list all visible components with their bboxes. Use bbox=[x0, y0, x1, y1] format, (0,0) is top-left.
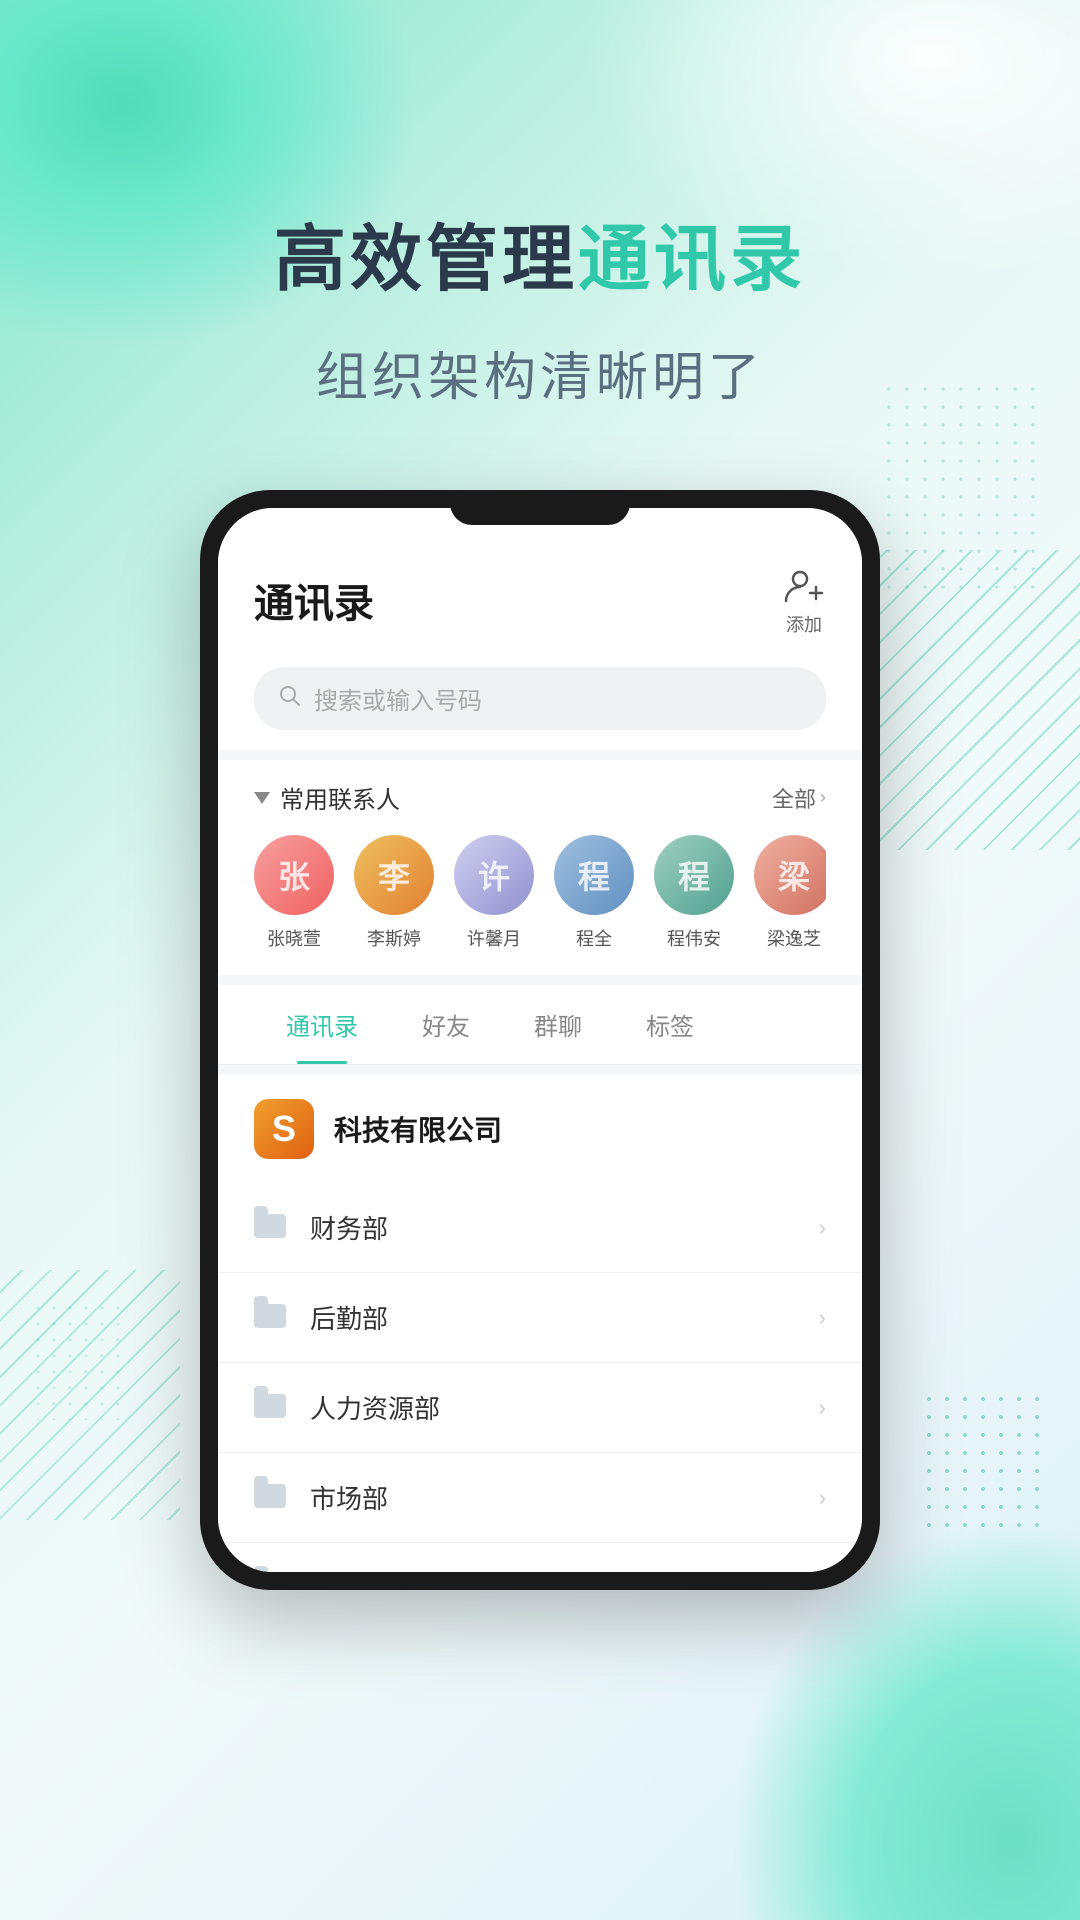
folder-icon bbox=[254, 1394, 286, 1422]
phone-wrapper: 通讯录 添加 bbox=[0, 490, 1080, 1590]
view-all-label: 全部 bbox=[772, 782, 816, 814]
view-all-button[interactable]: 全部 › bbox=[772, 782, 826, 814]
add-label: 添加 bbox=[786, 611, 822, 637]
avatar-circle: 梁 bbox=[754, 835, 826, 915]
company-section: S 科技有限公司 bbox=[218, 1075, 862, 1183]
avatar-face: 程 bbox=[554, 835, 634, 915]
contact-name: 程全 bbox=[576, 925, 612, 951]
avatar-circle: 程 bbox=[554, 835, 634, 915]
avatar-circle: 程 bbox=[654, 835, 734, 915]
frequent-title-row: 常用联系人 bbox=[254, 780, 400, 815]
folder-icon bbox=[254, 1214, 286, 1242]
dept-name: 人力资源部 bbox=[310, 1389, 819, 1426]
dept-name: 财务部 bbox=[310, 1209, 819, 1246]
avatar-item[interactable]: 许许馨月 bbox=[454, 835, 534, 951]
company-name: 科技有限公司 bbox=[334, 1109, 502, 1149]
tab-标签[interactable]: 标签 bbox=[614, 985, 726, 1064]
dept-item[interactable]: 后勤部› bbox=[218, 1273, 862, 1363]
chevron-right-icon: › bbox=[819, 1305, 826, 1331]
header-title: 高效管理通讯录 bbox=[0, 200, 1080, 305]
chevron-right-icon: › bbox=[819, 1215, 826, 1241]
contact-name: 程伟安 bbox=[667, 925, 721, 951]
contact-name: 李斯婷 bbox=[367, 925, 421, 951]
avatar-circle: 许 bbox=[454, 835, 534, 915]
dept-name: 后勤部 bbox=[310, 1299, 819, 1336]
folder-icon bbox=[254, 1484, 286, 1512]
company-logo-text: S bbox=[272, 1108, 296, 1150]
tab-通讯录[interactable]: 通讯录 bbox=[254, 985, 390, 1064]
dept-item[interactable]: 财务部› bbox=[218, 1183, 862, 1273]
header-section: 高效管理通讯录 组织架构清晰明了 bbox=[0, 0, 1080, 410]
add-contact-button[interactable]: 添加 bbox=[782, 563, 826, 637]
search-bar: 搜索或输入号码 bbox=[218, 657, 862, 750]
avatar-item[interactable]: 程程全 bbox=[554, 835, 634, 951]
header-title-part1: 高效管理 bbox=[274, 220, 578, 300]
dept-item[interactable]: 市场部› bbox=[218, 1453, 862, 1543]
avatar-item[interactable]: 梁梁逸芝 bbox=[754, 835, 826, 951]
avatar-face: 许 bbox=[454, 835, 534, 915]
avatar-list: 张张晓萱李李斯婷许许馨月程程全程程伟安梁梁逸芝沐沐 bbox=[254, 835, 826, 951]
phone-notch bbox=[450, 490, 630, 525]
tab-好友[interactable]: 好友 bbox=[390, 985, 502, 1064]
frequent-title: 常用联系人 bbox=[280, 780, 400, 815]
dept-item[interactable]: 人力资源部› bbox=[218, 1363, 862, 1453]
screen-header: 通讯录 添加 bbox=[218, 508, 862, 657]
avatar-item[interactable]: 程程伟安 bbox=[654, 835, 734, 951]
dept-list: 财务部›后勤部›人力资源部›市场部›技术部›客户服务部› bbox=[218, 1183, 862, 1572]
contact-name: 梁逸芝 bbox=[767, 925, 821, 951]
dept-name: 市场部 bbox=[310, 1479, 819, 1516]
search-input[interactable]: 搜索或输入号码 bbox=[254, 667, 826, 730]
avatar-circle: 李 bbox=[354, 835, 434, 915]
search-placeholder-text: 搜索或输入号码 bbox=[314, 681, 482, 716]
tab-群聊[interactable]: 群聊 bbox=[502, 985, 614, 1064]
avatar-face: 程 bbox=[654, 835, 734, 915]
add-person-icon bbox=[782, 563, 826, 607]
avatar-circle: 张 bbox=[254, 835, 334, 915]
avatar-face: 李 bbox=[354, 835, 434, 915]
phone-screen: 通讯录 添加 bbox=[218, 508, 862, 1572]
contact-name: 张晓萱 bbox=[267, 925, 321, 951]
avatar-face: 张 bbox=[254, 835, 334, 915]
chevron-right-icon: › bbox=[819, 1485, 826, 1511]
header-subtitle: 组织架构清晰明了 bbox=[0, 335, 1080, 410]
chevron-right-icon: › bbox=[819, 1395, 826, 1421]
header-title-part2: 通讯录 bbox=[578, 220, 806, 300]
phone-frame: 通讯录 添加 bbox=[200, 490, 880, 1590]
contact-name: 许馨月 bbox=[467, 925, 521, 951]
avatar-face: 梁 bbox=[754, 835, 826, 915]
tabs-section: 通讯录好友群聊标签 bbox=[218, 985, 862, 1065]
chevron-right-icon: › bbox=[820, 787, 826, 808]
search-icon bbox=[278, 684, 302, 714]
company-logo: S bbox=[254, 1099, 314, 1159]
frequent-header: 常用联系人 全部 › bbox=[254, 780, 826, 815]
collapse-icon bbox=[254, 792, 270, 804]
avatar-item[interactable]: 张张晓萱 bbox=[254, 835, 334, 951]
screen-title: 通讯录 bbox=[254, 571, 374, 629]
avatar-item[interactable]: 李李斯婷 bbox=[354, 835, 434, 951]
dept-name: 技术部 bbox=[310, 1569, 819, 1572]
frequent-section: 常用联系人 全部 › 张张晓萱李李斯婷许许馨月程程全程程伟安梁梁逸芝沐沐 bbox=[218, 760, 862, 975]
dept-item[interactable]: 技术部› bbox=[218, 1543, 862, 1572]
folder-icon bbox=[254, 1304, 286, 1332]
